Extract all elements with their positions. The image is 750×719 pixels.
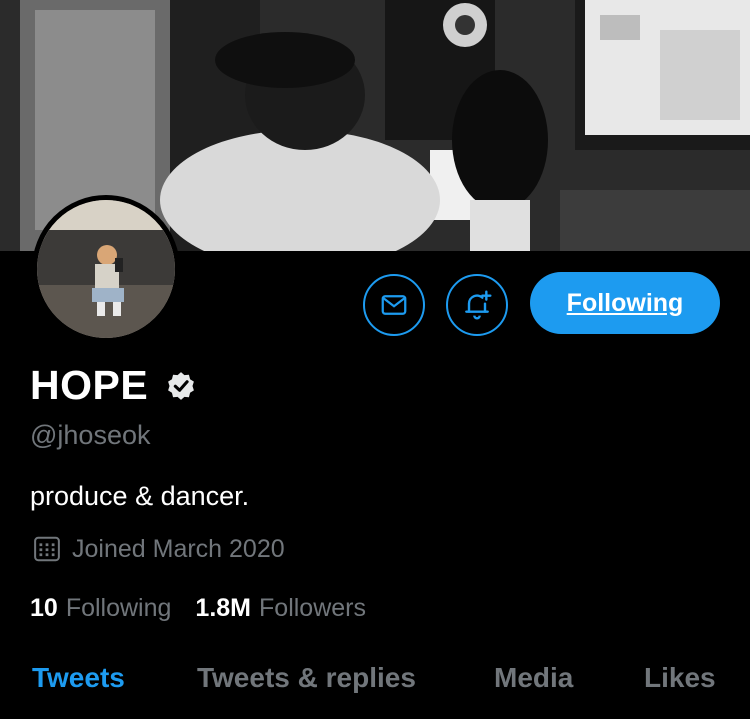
following-label: Following bbox=[65, 594, 172, 622]
bell-plus-icon bbox=[465, 290, 492, 320]
profile-handle: @jhoseok bbox=[30, 420, 151, 450]
followers-stat[interactable]: 1.8M Followers bbox=[195, 594, 366, 623]
following-stat[interactable]: 10 Following bbox=[30, 594, 171, 623]
tab-tweets-and-replies[interactable]: Tweets & replies bbox=[197, 662, 416, 694]
avatar-photo bbox=[37, 200, 175, 338]
follow-stats: 10 Following 1.8M Followers bbox=[30, 594, 366, 623]
following-count: 10 bbox=[30, 594, 58, 622]
name-row: HOPE bbox=[30, 362, 198, 409]
followers-label: Followers bbox=[259, 594, 366, 622]
following-button[interactable]: Following bbox=[530, 272, 720, 334]
profile-avatar[interactable] bbox=[32, 195, 180, 343]
joined-date: Joined March 2020 bbox=[72, 534, 285, 563]
tab-media[interactable]: Media bbox=[494, 662, 573, 694]
followers-count: 1.8M bbox=[195, 594, 252, 622]
envelope-icon bbox=[381, 295, 407, 315]
profile-bio: produce & dancer. bbox=[30, 481, 250, 511]
tab-likes[interactable]: Likes bbox=[644, 662, 716, 694]
message-button[interactable] bbox=[363, 274, 425, 336]
joined-date-row: Joined March 2020 bbox=[32, 534, 285, 564]
tab-tweets[interactable]: Tweets bbox=[32, 662, 125, 694]
calendar-icon bbox=[32, 534, 62, 564]
display-name: HOPE bbox=[30, 362, 149, 408]
notifications-button[interactable] bbox=[446, 274, 508, 336]
profile-tabs: Tweets Tweets & replies Media Likes bbox=[0, 662, 750, 712]
verified-badge-icon bbox=[164, 369, 198, 403]
